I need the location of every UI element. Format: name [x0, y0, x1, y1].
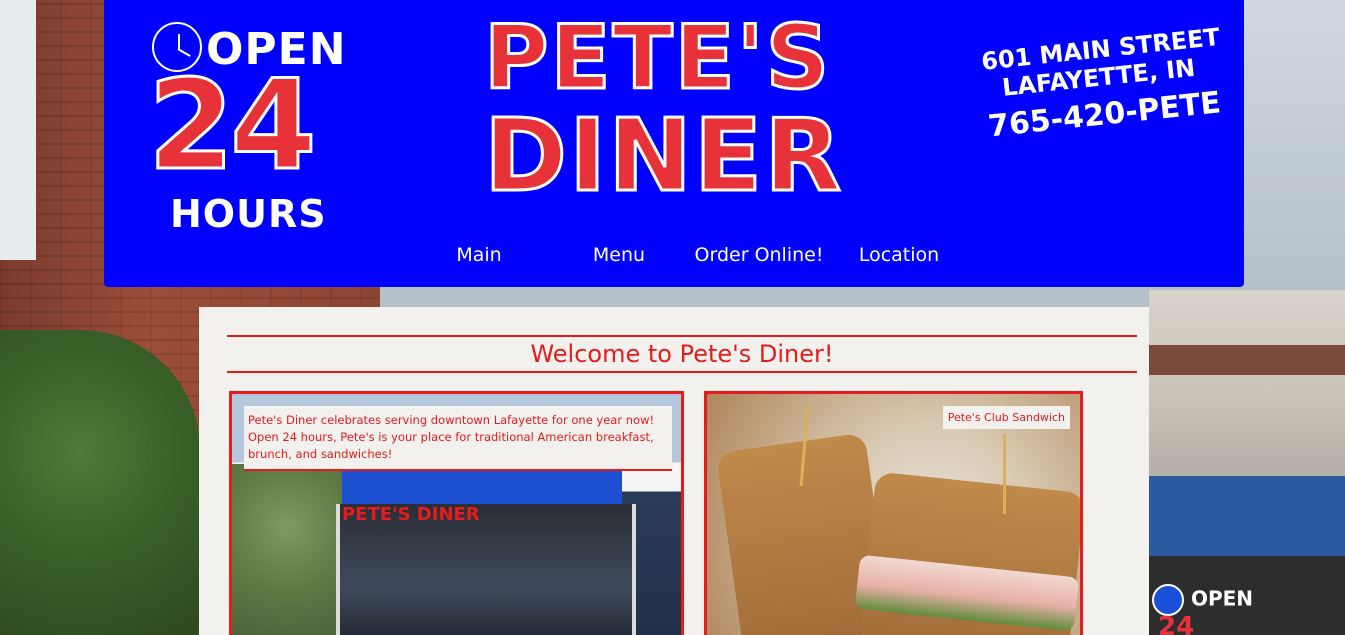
background-sign-number: 24: [1158, 612, 1195, 635]
nav-item-location[interactable]: Location: [829, 244, 969, 274]
card-club-sandwich: Pete's Club Sandwich: [704, 391, 1083, 635]
nav-item-order-online[interactable]: Order Online!: [689, 244, 829, 274]
background-sign-open: OPEN: [1190, 586, 1254, 611]
hours-number: 24: [147, 54, 319, 198]
card-caption: Pete's Diner celebrates serving downtown…: [244, 406, 672, 471]
logo-line-1: PETE'S: [483, 6, 832, 109]
background-right-building-top: [1149, 345, 1345, 375]
background-store-sign: OPEN 24: [1152, 584, 1253, 635]
card-diner-storefront: PETE'S DINER Pete's Diner celebrates ser…: [229, 391, 684, 635]
background-sky: [0, 0, 36, 260]
nav-item-main[interactable]: Main: [409, 244, 549, 274]
storefront-sign: PETE'S DINER: [342, 504, 480, 525]
nav-item-menu[interactable]: Menu: [549, 244, 689, 274]
card-caption: Pete's Club Sandwich: [942, 406, 1070, 429]
logo-line-2: DINER: [483, 97, 844, 214]
main-nav: Main Menu Order Online! Location: [409, 244, 969, 274]
site-header: OPEN 24 HOURS PETE'S DINER 601 MAIN STRE…: [104, 0, 1244, 287]
storefront-awning: [342, 470, 622, 504]
main-content: Welcome to Pete's Diner! PETE'S DINER Pe…: [199, 307, 1149, 635]
background-right-awning: [1149, 476, 1345, 556]
site-logo[interactable]: PETE'S DINER: [483, 6, 844, 219]
hours-label: HOURS: [170, 192, 327, 236]
address-block: 601 MAIN STREET LAFAYETTE, IN 765-420-PE…: [980, 23, 1229, 145]
open-24-hours-badge: OPEN 24 HOURS: [147, 20, 346, 240]
background-trees: [0, 330, 200, 635]
welcome-title: Welcome to Pete's Diner!: [227, 335, 1137, 373]
storefront-tree: [232, 464, 342, 635]
toothpick-right: [1003, 434, 1006, 514]
